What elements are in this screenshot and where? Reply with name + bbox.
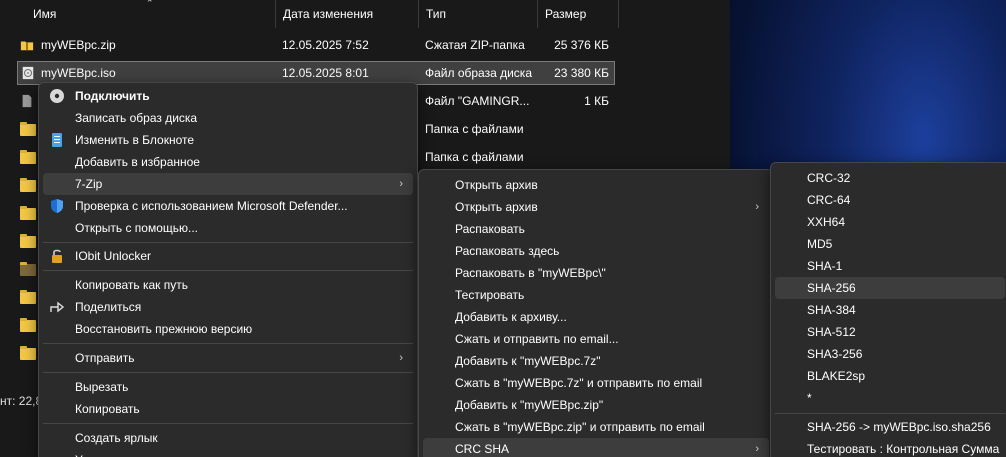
menu-item-test-checksum[interactable]: Тестировать : Контрольная Сумма [775,438,1005,457]
folder-icon [20,318,36,332]
folder-icon [20,234,36,248]
menu-item-iobit-unlocker[interactable]: IObit Unlocker [43,245,413,267]
menu-item-copy[interactable]: Копировать [43,398,413,420]
menu-item-blake2sp[interactable]: BLAKE2sp [775,365,1005,387]
menu-item-extract-here[interactable]: Распаковать здесь [423,240,769,262]
menu-item-compress-zip-email[interactable]: Сжать в "myWEBpc.zip" и отправить по ema… [423,416,769,438]
file-row[interactable]: myWEBpc.zip 12.05.2025 7:52 Сжатая ZIP-п… [17,33,615,57]
menu-item-open-archive[interactable]: Открыть архив [423,174,769,196]
column-size[interactable]: Размер [538,0,619,28]
chevron-right-icon: › [399,352,403,364]
menu-separator [43,270,413,271]
chevron-right-icon: › [399,178,403,190]
column-date[interactable]: Дата изменения [276,0,419,28]
share-icon [50,301,65,313]
notepad-icon [52,133,62,147]
menu-item-burn[interactable]: Записать образ диска [43,107,413,129]
menu-item-extract-to[interactable]: Распаковать в "myWEBpc\" [423,262,769,284]
disc-image-icon [22,66,34,80]
menu-item-compress-7z-email[interactable]: Сжать в "myWEBpc.7z" и отправить по emai… [423,372,769,394]
menu-item-sha256-to-file[interactable]: SHA-256 -> myWEBpc.iso.sha256 [775,416,1005,438]
chevron-right-icon: › [755,443,759,455]
menu-item-favorites[interactable]: Добавить в избранное [43,151,413,173]
menu-item-crc64[interactable]: CRC-64 [775,189,1005,211]
menu-item-add-7z[interactable]: Добавить к "myWEBpc.7z" [423,350,769,372]
chevron-right-icon: › [755,201,759,213]
zip-folder-icon [20,41,34,51]
menu-item-copy-path[interactable]: Копировать как путь [43,274,413,296]
menu-item-crc32[interactable]: CRC-32 [775,167,1005,189]
menu-item-create-shortcut[interactable]: Создать ярлык [43,427,413,449]
context-menu: Подключить Записать образ диска Изменить… [38,82,418,457]
menu-item-sha256[interactable]: SHA-256 [775,277,1005,299]
menu-item-add-zip[interactable]: Добавить к "myWEBpc.zip" [423,394,769,416]
menu-item-sha1[interactable]: SHA-1 [775,255,1005,277]
column-type[interactable]: Тип [419,0,538,28]
menu-item-restore-version[interactable]: Восстановить прежнюю версию [43,318,413,340]
file-icon [22,94,32,108]
crc-sha-submenu: CRC-32 CRC-64 XXH64 MD5 SHA-1 SHA-256 SH… [770,162,1006,457]
folder-icon [20,290,36,304]
column-header-row: ⌃ Имя Дата изменения Тип Размер [0,0,730,28]
menu-item-sha512[interactable]: SHA-512 [775,321,1005,343]
menu-item-md5[interactable]: MD5 [775,233,1005,255]
menu-separator [43,423,413,424]
menu-separator [43,242,413,243]
7zip-submenu: Открыть архив Открыть архив › Распаковать… [418,169,774,457]
menu-item-sha3-256[interactable]: SHA3-256 [775,343,1005,365]
menu-item-open-with[interactable]: Открыть с помощью... [43,217,413,239]
folder-icon [20,122,36,136]
menu-item-7zip[interactable]: 7-Zip › [43,173,413,195]
menu-item-share[interactable]: Поделиться [43,296,413,318]
menu-item-delete[interactable]: У... [43,449,413,457]
menu-item-extract[interactable]: Распаковать [423,218,769,240]
menu-item-all-hashes[interactable]: * [775,387,1005,409]
disc-icon [50,89,64,103]
folder-icon [20,150,36,164]
status-bar-text: нт: 22,8 [0,394,43,408]
defender-shield-icon [51,199,63,213]
column-name[interactable]: Имя [26,0,276,28]
menu-item-open-archive-sub[interactable]: Открыть архив › [423,196,769,218]
menu-item-compress-email[interactable]: Сжать и отправить по email... [423,328,769,350]
unlocker-icon [52,249,62,263]
menu-item-test[interactable]: Тестировать [423,284,769,306]
folder-icon [20,346,36,360]
menu-item-edit-notepad[interactable]: Изменить в Блокноте [43,129,413,151]
menu-item-xxh64[interactable]: XXH64 [775,211,1005,233]
menu-item-send-to[interactable]: Отправить › [43,347,413,369]
menu-separator [43,343,413,344]
folder-icon [20,178,36,192]
menu-item-sha384[interactable]: SHA-384 [775,299,1005,321]
menu-item-crc-sha[interactable]: CRC SHA › [423,438,769,457]
menu-item-defender-scan[interactable]: Проверка с использованием Microsoft Defe… [43,195,413,217]
menu-item-mount[interactable]: Подключить [43,85,413,107]
menu-item-add-to-archive[interactable]: Добавить к архиву... [423,306,769,328]
menu-separator [775,413,1005,414]
menu-item-cut[interactable]: Вырезать [43,376,413,398]
folder-icon [20,262,36,276]
folder-icon [20,206,36,220]
menu-separator [43,372,413,373]
